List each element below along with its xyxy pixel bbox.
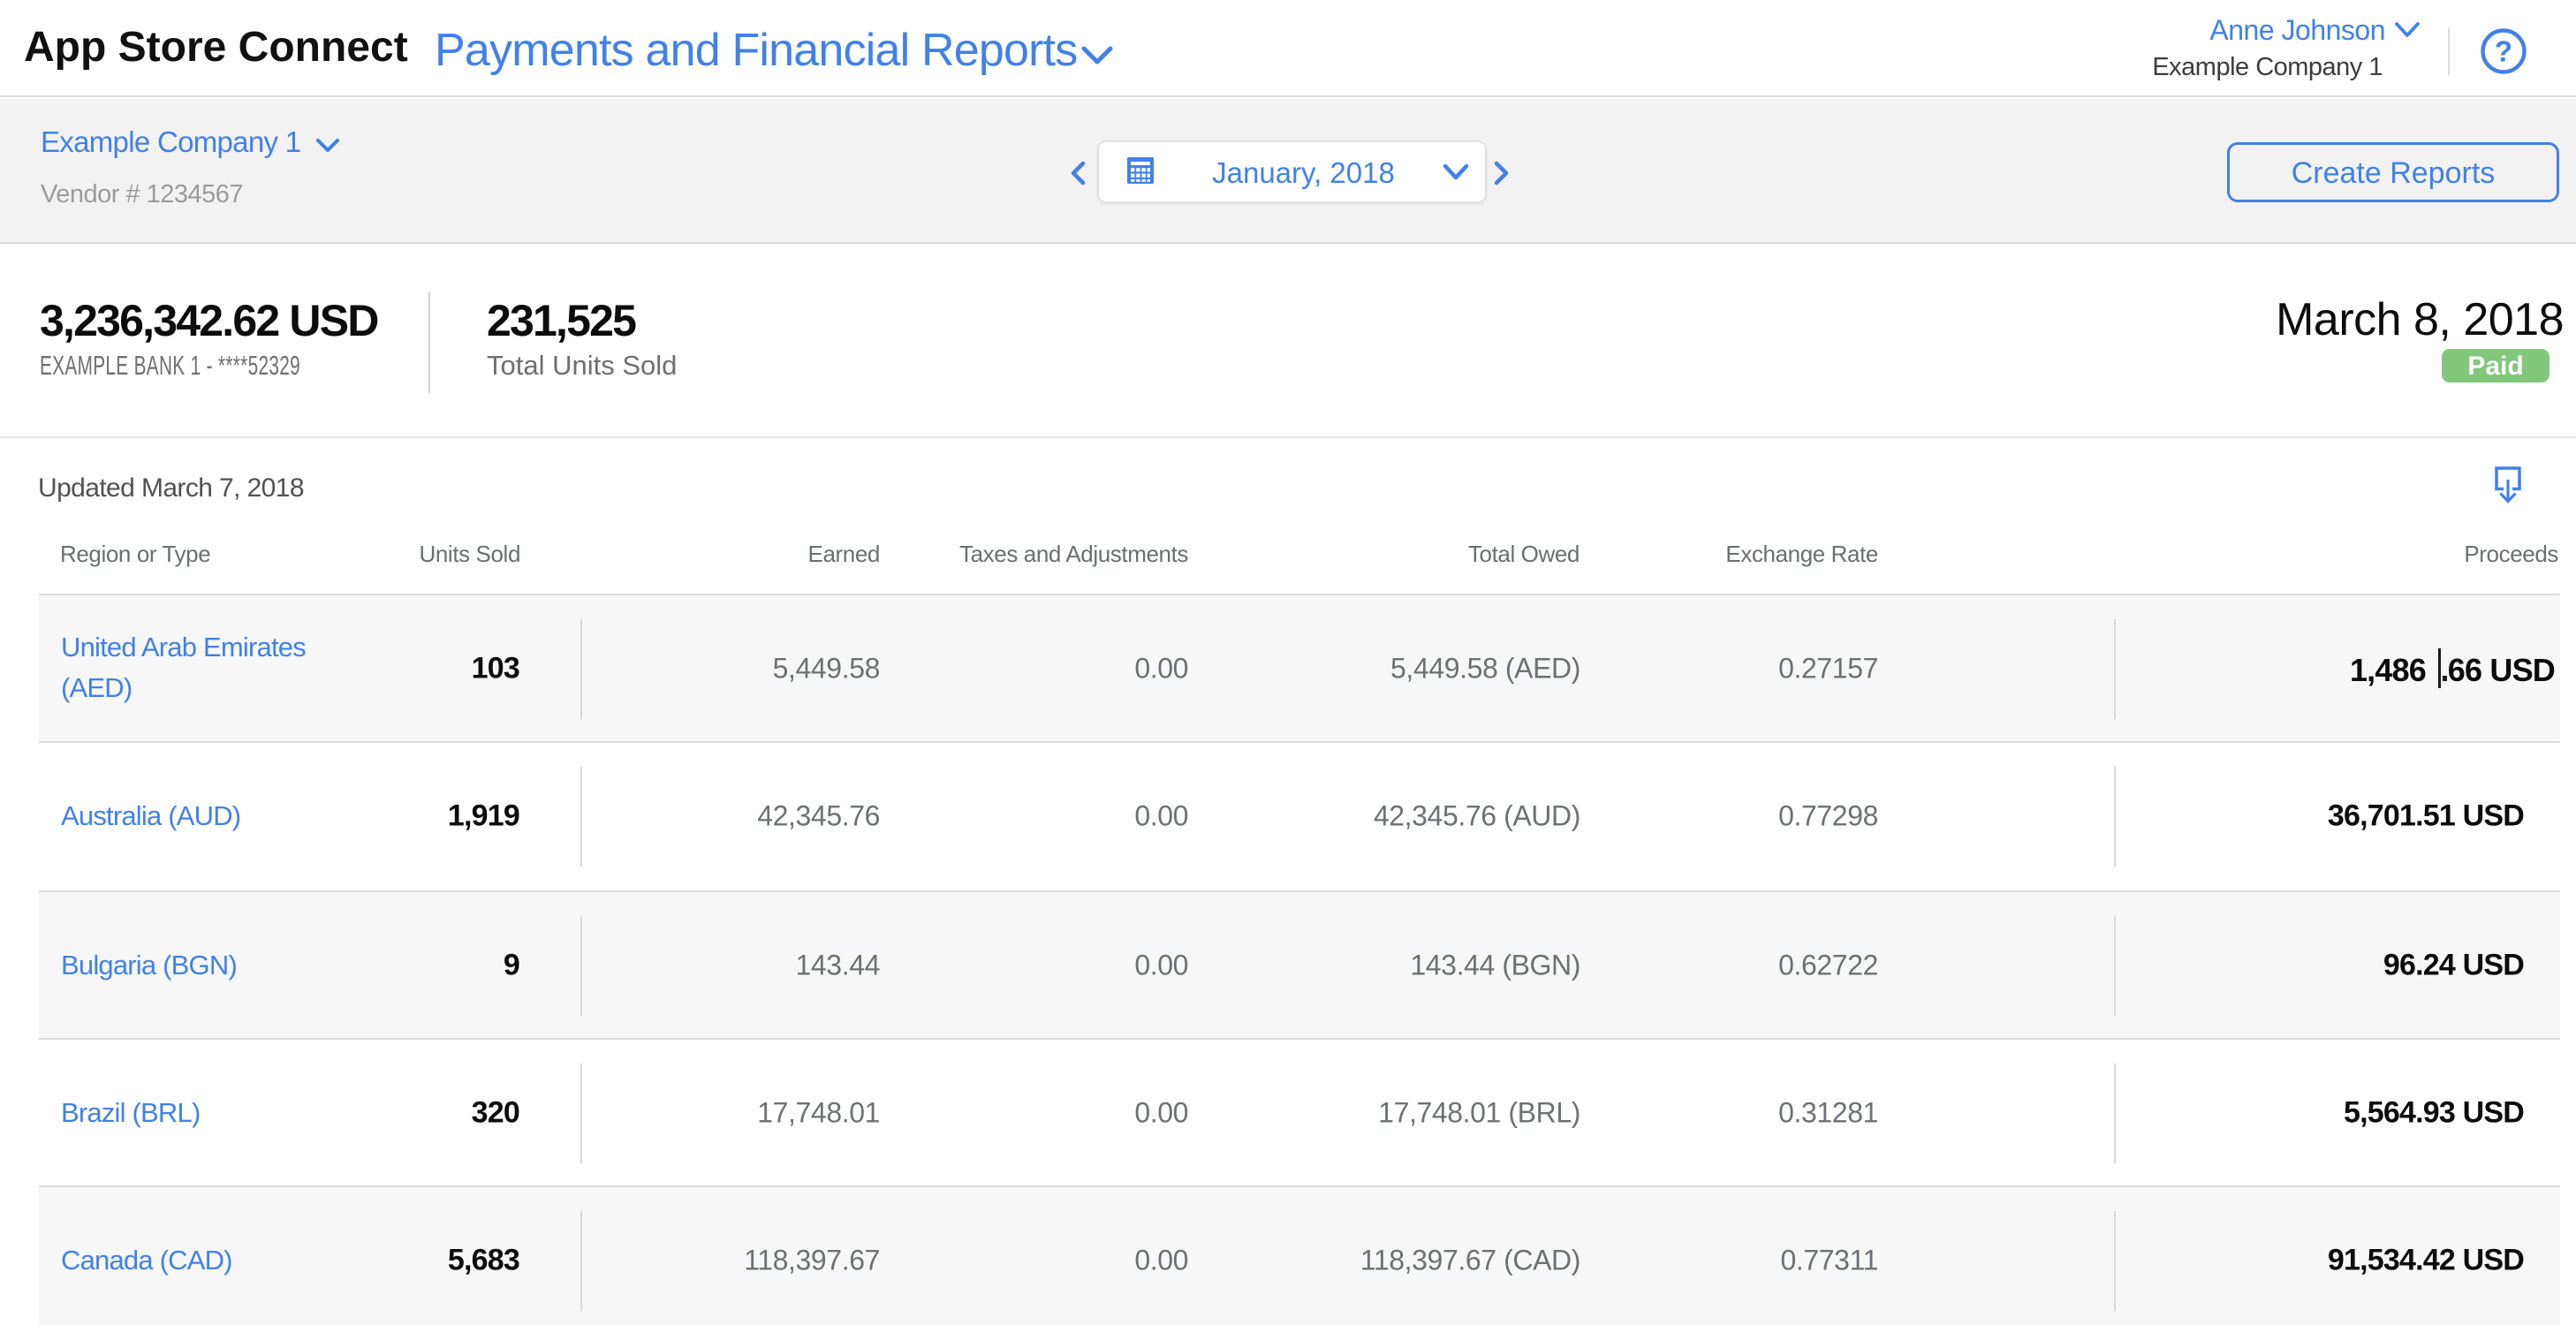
svg-text:?: ? [2495, 35, 2512, 68]
